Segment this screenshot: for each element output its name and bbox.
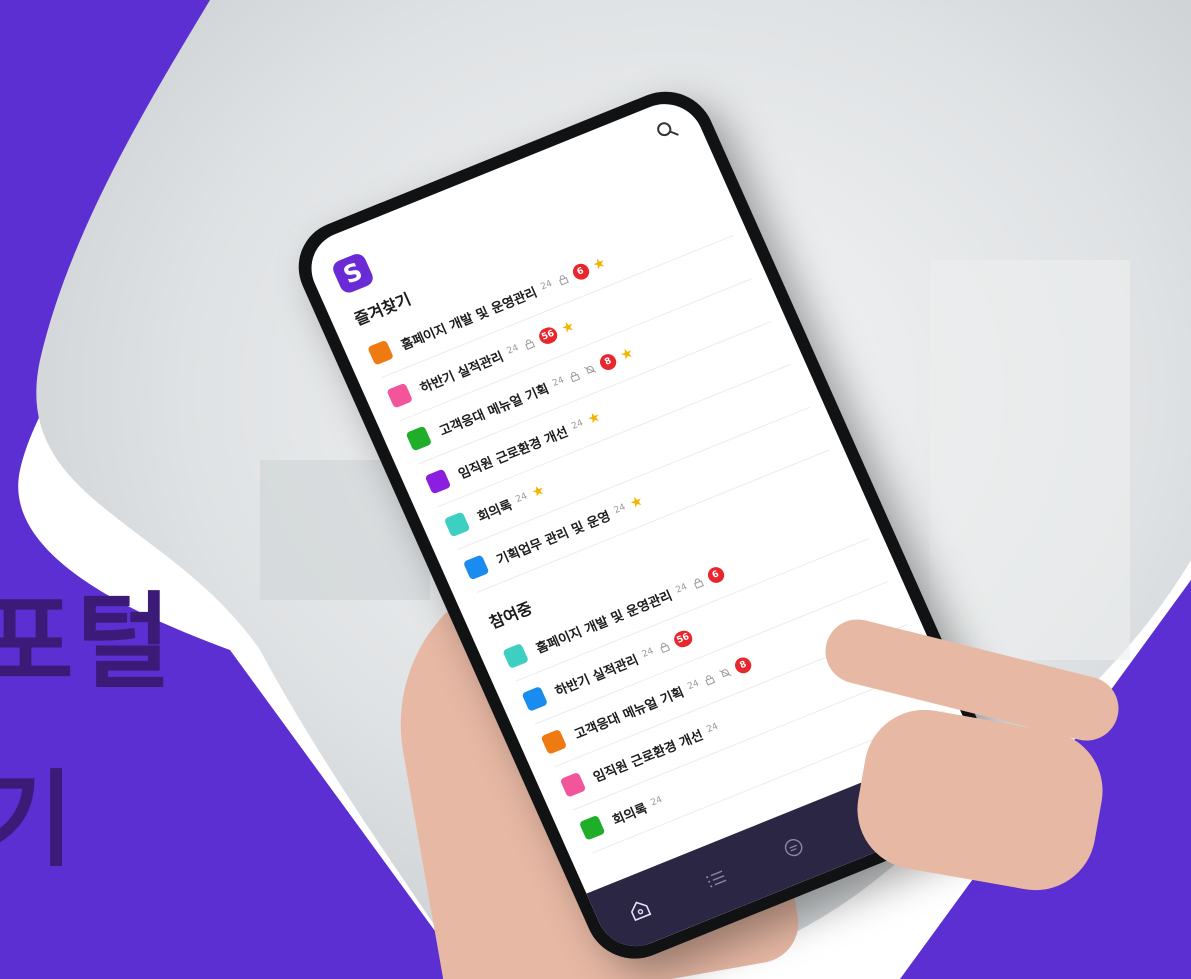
project-color-chip	[405, 425, 433, 452]
lock-icon	[659, 642, 670, 653]
member-count: 24	[674, 582, 689, 596]
unread-badge: 6	[705, 564, 727, 586]
project-color-chip	[578, 814, 606, 841]
member-count: 24	[514, 491, 530, 506]
project-name: 회의록	[610, 800, 650, 829]
chat-icon	[784, 839, 803, 857]
project-color-chip	[502, 643, 530, 669]
lock-icon	[693, 578, 704, 589]
project-color-chip	[521, 686, 549, 712]
hero-headline-line1: 포털	[0, 581, 174, 703]
member-count: 24	[640, 646, 656, 660]
star-icon[interactable]: ★	[585, 409, 603, 428]
unread-badge: 8	[597, 351, 619, 373]
member-count: 24	[570, 418, 585, 432]
nav-home[interactable]	[621, 892, 658, 928]
star-icon[interactable]: ★	[590, 255, 608, 274]
member-count: 24	[505, 343, 521, 357]
unread-badge: 6	[569, 261, 592, 283]
lock-icon	[570, 371, 581, 382]
search-icon[interactable]	[654, 117, 681, 143]
project-color-chip	[559, 771, 587, 798]
nav-list[interactable]	[698, 861, 735, 897]
star-icon[interactable]: ★	[529, 482, 547, 501]
unread-badge: 56	[536, 324, 561, 347]
home-icon	[630, 901, 652, 922]
project-color-chip	[367, 339, 394, 366]
member-count: 24	[686, 678, 701, 693]
mute-bell-icon	[583, 365, 597, 374]
member-count: 24	[551, 375, 566, 389]
hero-headline-line2: 기	[0, 759, 76, 881]
member-count: 24	[612, 502, 628, 516]
star-icon[interactable]: ★	[628, 493, 646, 512]
list-icon	[705, 870, 727, 888]
project-color-chip	[386, 382, 414, 409]
star-icon[interactable]: ★	[618, 345, 636, 364]
member-count: 24	[705, 721, 720, 736]
mute-bell-icon	[719, 668, 732, 677]
project-name: 회의록	[475, 497, 515, 525]
nav-chat[interactable]	[775, 830, 812, 866]
lock-icon	[705, 674, 716, 686]
star-icon[interactable]: ★	[559, 318, 577, 337]
project-color-chip	[540, 728, 568, 755]
hero-stage: 포털 기 S 즐겨찾기 홈페이지 개발 및 운영관리 24 6 ★ 하반기 실적관리 24…	[0, 0, 1191, 979]
app-logo[interactable]: S	[330, 251, 376, 296]
lock-icon	[524, 339, 535, 350]
project-color-chip	[424, 468, 452, 495]
unread-badge: 56	[671, 628, 696, 650]
unread-badge: 8	[732, 655, 754, 676]
lock-icon	[558, 274, 569, 286]
project-color-chip	[462, 554, 490, 581]
member-count: 24	[539, 278, 554, 293]
project-color-chip	[443, 511, 471, 538]
member-count: 24	[649, 794, 665, 809]
